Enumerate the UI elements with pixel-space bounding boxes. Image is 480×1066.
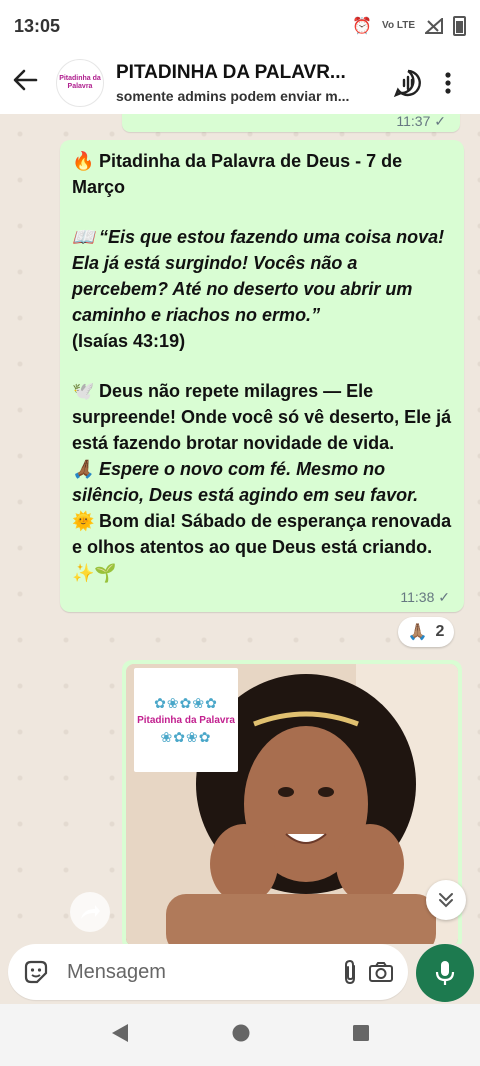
image-message-bubble[interactable]: ✿❀✿❀✿ Pitadinha da Palavra ❀✿❀✿ <box>122 660 462 944</box>
status-icons: ⏰ Vo LTE <box>352 16 466 36</box>
nav-recents-button[interactable] <box>352 1024 370 1047</box>
message-input[interactable] <box>65 959 334 985</box>
logo-card-text: Pitadinha da Palavra <box>137 714 235 726</box>
voice-chat-button[interactable] <box>388 63 428 103</box>
sticker-icon <box>24 960 47 984</box>
flower-decoration-icon: ❀✿❀✿ <box>160 728 212 745</box>
message-image[interactable]: ✿❀✿❀✿ Pitadinha da Palavra ❀✿❀✿ <box>126 664 458 944</box>
avatar-logo-text: Pitadinha da Palavra <box>59 75 101 90</box>
verse-text: “Eis que estou fazendo uma coisa nova! E… <box>72 227 445 325</box>
verse-reference: (Isaías 43:19) <box>72 331 186 351</box>
system-nav-bar <box>0 1004 480 1066</box>
nav-back-icon <box>112 1023 129 1042</box>
dove-emoji: 🕊️ <box>72 381 95 401</box>
scroll-to-bottom-button[interactable] <box>426 880 466 920</box>
previous-message-bubble[interactable]: 11:37 ✓ <box>122 114 460 132</box>
message-verse: 📖 “Eis que estou fazendo uma coisa nova!… <box>72 224 452 328</box>
alarm-icon: ⏰ <box>352 18 373 35</box>
reaction-count: 2 <box>435 623 445 640</box>
chat-header: Pitadinha da Palavra PITADINHA DA PALAVR… <box>0 52 480 114</box>
paragraph-2-text: Espere o novo com fé. Mesmo no silêncio,… <box>72 459 419 505</box>
camera-button[interactable] <box>365 954 396 990</box>
message-title-text: Pitadinha da Palavra de Deus - 7 de Març… <box>72 151 403 197</box>
message-paragraph-1: 🕊️ Deus não repete milagres — Ele surpre… <box>72 378 452 456</box>
status-bar: 13:05 ⏰ Vo LTE <box>0 0 480 52</box>
forward-button[interactable] <box>70 892 110 932</box>
signal-icon <box>425 18 443 34</box>
status-time: 13:05 <box>14 15 61 36</box>
voice-chat-icon <box>393 69 421 98</box>
more-options-button[interactable] <box>428 63 468 103</box>
fire-emoji: 🔥 <box>72 151 95 171</box>
message-paragraph-2: 🙏🏾 Espere o novo com fé. Mesmo no silênc… <box>72 456 452 508</box>
reaction-badge[interactable]: 🙏🏽 2 <box>398 617 454 647</box>
voice-record-button[interactable] <box>416 944 474 1002</box>
message-input-bar <box>0 944 480 1004</box>
more-vert-icon <box>445 72 451 94</box>
sticker-button[interactable] <box>20 954 51 990</box>
message-input-box[interactable] <box>8 944 408 1000</box>
message-title: 🔥 Pitadinha da Palavra de Deus - 7 de Ma… <box>72 148 452 200</box>
nav-back-button[interactable] <box>110 1022 130 1049</box>
praying-hands-emoji: 🙏🏽 <box>407 624 428 641</box>
nav-home-button[interactable] <box>231 1023 251 1048</box>
paragraph-1-text: Deus não repete milagres — Ele surpreend… <box>72 381 452 453</box>
logo-card: ✿❀✿❀✿ Pitadinha da Palavra ❀✿❀✿ <box>134 668 238 772</box>
message-time: 11:38 ✓ <box>400 589 450 605</box>
praying-hands-emoji: 🙏🏾 <box>72 459 95 479</box>
message-paragraph-3: 🌞 Bom dia! Sábado de esperança renovada … <box>72 508 452 586</box>
microphone-icon <box>435 961 455 985</box>
flower-decoration-icon: ✿❀✿❀✿ <box>154 694 218 711</box>
nav-recents-icon <box>352 1024 369 1041</box>
chat-area[interactable]: 11:37 ✓ 🔥 Pitadinha da Palavra de Deus -… <box>0 114 480 944</box>
attach-button[interactable] <box>334 954 365 990</box>
paperclip-icon <box>344 959 355 985</box>
battery-icon <box>453 16 466 36</box>
camera-icon <box>368 962 393 982</box>
chat-title: PITADINHA DA PALAVR... <box>116 62 346 83</box>
sparkle-seedling-emoji: ✨🌱 <box>72 563 117 583</box>
group-avatar[interactable]: Pitadinha da Palavra <box>56 59 104 107</box>
paragraph-3-text: Bom dia! Sábado de esperança renovada e … <box>72 511 452 557</box>
sun-emoji: 🌞 <box>72 511 95 531</box>
back-arrow-icon[interactable] <box>12 67 48 100</box>
chat-title-box[interactable]: PITADINHA DA PALAVR... somente admins po… <box>116 62 388 104</box>
book-emoji: 📖 <box>72 227 95 247</box>
chat-subtitle: somente admins podem enviar m... <box>116 88 350 104</box>
nav-home-icon <box>232 1024 250 1041</box>
volte-icon: Vo LTE <box>382 20 415 31</box>
message-time: 11:37 ✓ <box>396 114 446 129</box>
message-bubble[interactable]: 🔥 Pitadinha da Palavra de Deus - 7 de Ma… <box>60 140 464 612</box>
forward-icon <box>81 905 100 919</box>
double-chevron-down-icon <box>439 893 453 908</box>
